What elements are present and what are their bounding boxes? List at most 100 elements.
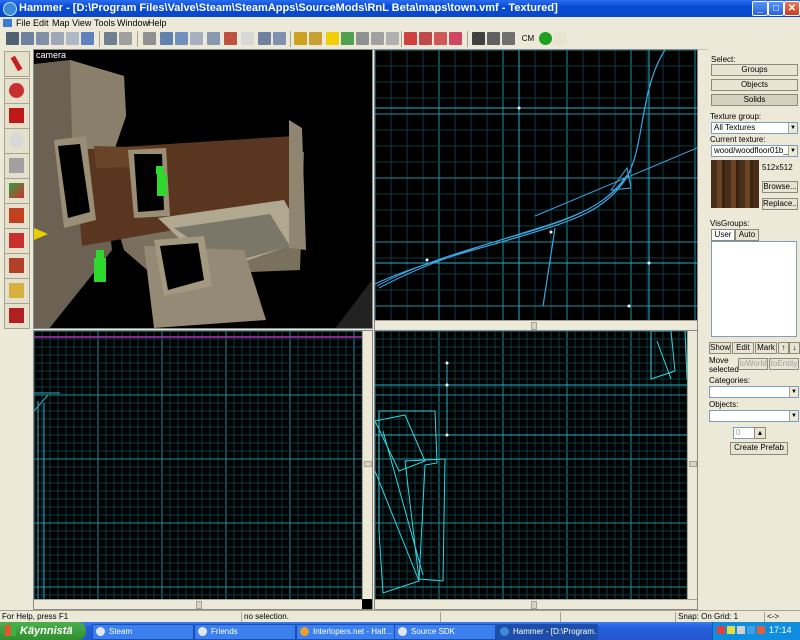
front-view-vscroll[interactable] xyxy=(687,331,697,599)
create-prefab-button[interactable]: Create Prefab xyxy=(730,442,788,455)
to-entity-button[interactable]: toEntity xyxy=(769,358,799,370)
side-view-viewport[interactable] xyxy=(374,49,698,331)
start-button[interactable]: Käynnistä xyxy=(0,622,86,640)
texture-scale-lock-icon[interactable] xyxy=(309,32,322,45)
move-down-button[interactable]: ↓ xyxy=(789,342,800,354)
run-map-icon[interactable] xyxy=(539,32,552,45)
menu-edit[interactable]: Edit xyxy=(33,17,49,29)
apply-current-texture-tool[interactable] xyxy=(4,203,30,229)
tab-user[interactable]: User xyxy=(711,229,735,241)
overlay-tool[interactable] xyxy=(4,253,30,279)
entity-report-icon[interactable] xyxy=(472,32,485,45)
paste-special-icon[interactable] xyxy=(273,32,286,45)
menu-map[interactable]: Map xyxy=(52,17,70,29)
top-view-viewport[interactable] xyxy=(33,330,373,610)
grid-icon[interactable] xyxy=(6,32,19,45)
hammer-app-icon[interactable] xyxy=(3,2,17,16)
task-source-sdk[interactable]: Source SDK xyxy=(394,624,496,640)
redo-icon[interactable] xyxy=(119,32,132,45)
tray-icon[interactable] xyxy=(727,626,735,634)
hide-selected-icon[interactable] xyxy=(207,32,220,45)
task-interlopers[interactable]: Interlopers.net - Half... xyxy=(296,624,398,640)
replace-button[interactable]: Replace... xyxy=(762,198,798,210)
check-problems-icon[interactable] xyxy=(487,32,500,45)
categories-select[interactable]: ▼ xyxy=(709,386,799,398)
block-tool[interactable] xyxy=(4,153,30,179)
task-hammer[interactable]: Hammer - [D:\Program... xyxy=(496,624,598,640)
grid-smaller-icon[interactable] xyxy=(21,32,34,45)
menu-tools[interactable]: Tools xyxy=(94,17,115,29)
objects-select[interactable]: ▼ xyxy=(709,410,799,422)
dots-grid-icon[interactable] xyxy=(51,32,64,45)
scale-icon[interactable] xyxy=(371,32,384,45)
edit-button[interactable]: Edit xyxy=(732,342,754,354)
spinner-arrows[interactable]: ▴ xyxy=(754,427,766,439)
front-view-viewport[interactable] xyxy=(374,330,698,610)
browse-button[interactable]: Browse... xyxy=(762,181,798,193)
flat-shaded-icon[interactable] xyxy=(419,32,432,45)
top-view-hscroll[interactable] xyxy=(34,599,362,609)
helpers-icon[interactable] xyxy=(341,32,354,45)
select-box-icon[interactable] xyxy=(326,32,339,45)
move-icon[interactable] xyxy=(356,32,369,45)
cut-icon[interactable] xyxy=(224,32,237,45)
move-up-button[interactable]: ↑ xyxy=(778,342,789,354)
toggle-wireframe-icon[interactable] xyxy=(404,32,417,45)
current-texture-select[interactable]: wood/woodfloor01b_lh ▼ xyxy=(711,145,798,157)
textured-icon[interactable] xyxy=(434,32,447,45)
visgroups-list[interactable] xyxy=(711,241,797,337)
copy-icon[interactable] xyxy=(81,32,94,45)
texture-lock-icon[interactable] xyxy=(294,32,307,45)
magnify-tool[interactable] xyxy=(4,78,30,104)
toggle-texture-application-tool[interactable] xyxy=(4,178,30,204)
groups-button[interactable]: Groups xyxy=(711,64,798,76)
undo-icon[interactable] xyxy=(104,32,117,45)
3d-grid-icon[interactable] xyxy=(66,32,79,45)
tab-auto[interactable]: Auto xyxy=(735,229,759,241)
cordon-icon[interactable]: CM xyxy=(519,32,537,45)
menu-file[interactable]: File xyxy=(16,17,31,29)
document-icon[interactable] xyxy=(3,19,12,27)
camera-tool[interactable] xyxy=(4,103,30,129)
grid-larger-icon[interactable] xyxy=(36,32,49,45)
top-view-vscroll[interactable] xyxy=(362,331,372,599)
close-button[interactable]: ✕ xyxy=(784,1,800,16)
side-view-hscroll[interactable] xyxy=(375,320,697,330)
tray-icon[interactable] xyxy=(757,626,765,634)
ungroup-icon[interactable] xyxy=(175,32,188,45)
side-view-grid xyxy=(375,50,697,320)
entity-tool[interactable] xyxy=(4,128,30,154)
task-friends[interactable]: Friends xyxy=(194,624,296,640)
show-button[interactable]: Show xyxy=(709,342,731,354)
clipping-tool[interactable] xyxy=(4,278,30,304)
rotate-icon[interactable] xyxy=(386,32,399,45)
solids-button[interactable]: Solids xyxy=(711,94,798,106)
network-icon[interactable] xyxy=(747,626,755,634)
map-information-icon[interactable] xyxy=(502,32,515,45)
paste-icon[interactable] xyxy=(258,32,271,45)
run-map-expert-icon[interactable] xyxy=(554,32,567,45)
minimize-button[interactable]: _ xyxy=(752,1,768,16)
volume-icon[interactable] xyxy=(737,626,745,634)
clipboard-icon[interactable] xyxy=(241,32,254,45)
lightmap-icon[interactable] xyxy=(449,32,462,45)
front-view-hscroll[interactable] xyxy=(375,599,697,609)
camera-viewport[interactable]: camera xyxy=(33,49,373,329)
menu-view[interactable]: View xyxy=(72,17,91,29)
tray-icon[interactable] xyxy=(717,626,725,634)
prefab-count-field[interactable]: 0 xyxy=(733,427,755,439)
ignore-groups-icon[interactable] xyxy=(190,32,203,45)
maximize-button[interactable]: □ xyxy=(768,1,784,16)
carve-icon[interactable] xyxy=(143,32,156,45)
to-world-button[interactable]: toWorld xyxy=(738,358,768,370)
group-icon[interactable] xyxy=(160,32,173,45)
mark-button[interactable]: Mark xyxy=(755,342,777,354)
objects-button[interactable]: Objects xyxy=(711,79,798,91)
selection-tool[interactable] xyxy=(4,51,30,77)
texture-group-select[interactable]: All Textures ▼ xyxy=(711,122,798,134)
menu-help[interactable]: Help xyxy=(148,17,167,29)
task-steam[interactable]: Steam xyxy=(92,624,194,640)
vertex-tool[interactable] xyxy=(4,303,30,329)
decal-tool[interactable] xyxy=(4,228,30,254)
menu-window[interactable]: Window xyxy=(117,17,149,29)
